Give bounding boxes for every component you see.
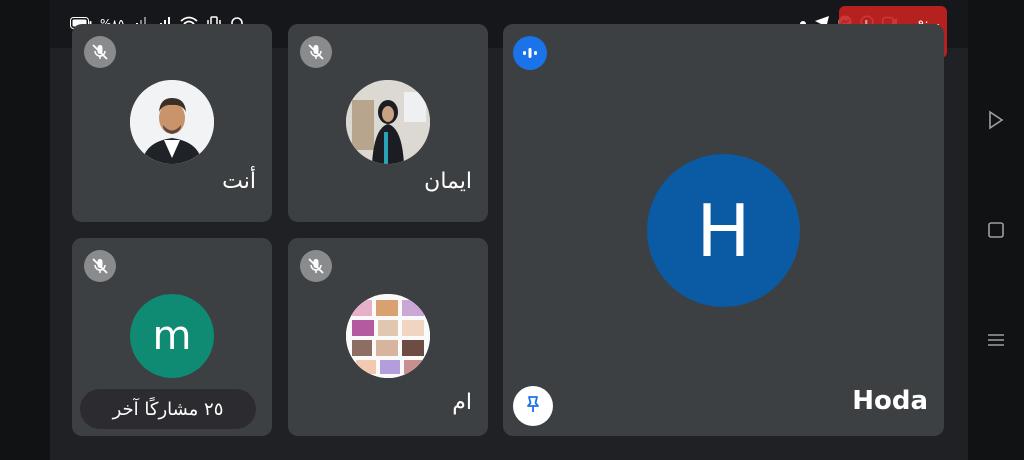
avatar-um [346,294,430,378]
participant-name: أنت [222,169,256,194]
participant-tile-iman[interactable]: ايمان [288,24,488,222]
avatar-you [130,80,214,164]
avatar-m: m [130,294,214,378]
mic-off-icon [300,250,332,282]
audio-level-icon [513,36,547,70]
mic-off-icon [84,36,116,68]
others-count-pill[interactable]: ٢٥ مشاركًا آخر [80,389,256,429]
left-gutter [0,0,50,460]
mic-off-icon [84,250,116,282]
avatar-iman [346,80,430,164]
home-nav-icon[interactable] [985,219,1007,241]
pin-button[interactable] [513,386,553,426]
participant-name: ايمان [424,169,472,194]
participant-tile-you[interactable]: أنت [72,24,272,222]
avatar-initial: m [152,313,192,359]
meet-screen: %٨٥ تسجيل ٩:٠٠ [0,0,1024,460]
others-count-label: ٢٥ مشاركًا آخر [112,398,224,420]
participant-name: Hoda [852,386,928,416]
back-nav-icon[interactable] [985,109,1007,131]
participant-tile-hoda[interactable]: H Hoda [503,24,944,436]
avatar-initial: H [696,188,751,273]
participant-name: ام [452,390,472,415]
menu-nav-icon[interactable] [985,329,1007,351]
participant-tile-um[interactable]: ام [288,238,488,436]
avatar-hoda: H [647,154,800,307]
pin-icon [523,394,543,418]
mic-off-icon [300,36,332,68]
